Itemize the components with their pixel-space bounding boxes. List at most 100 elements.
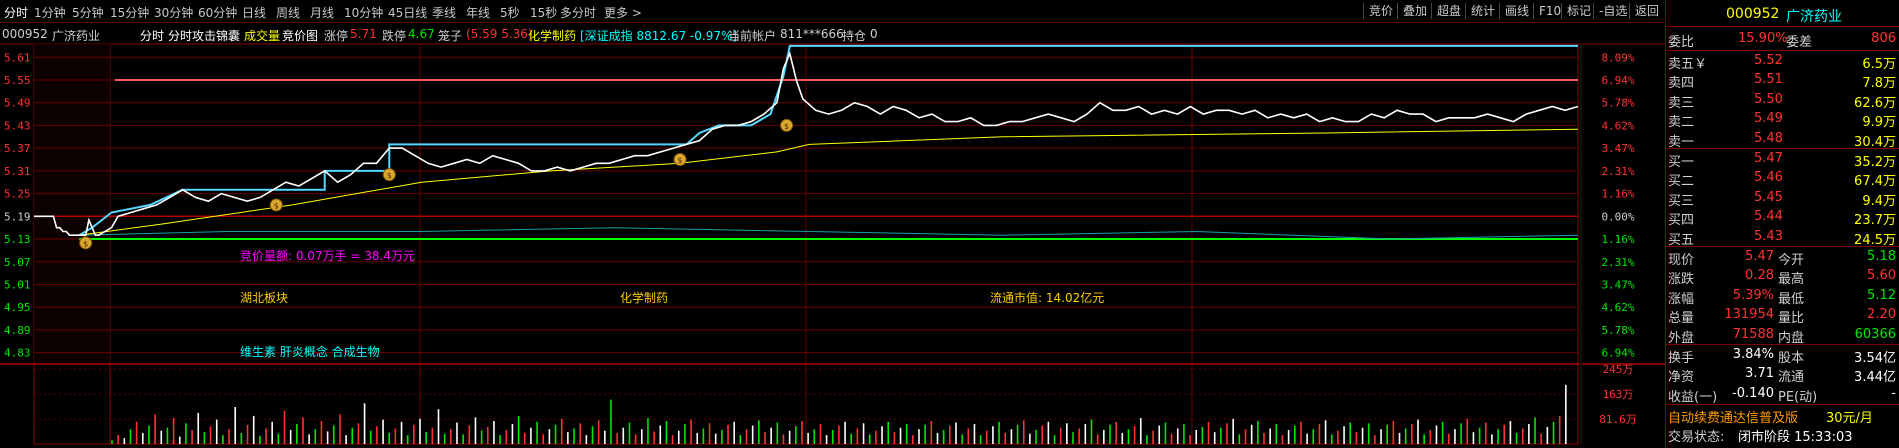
stat-label: PE(动) — [1778, 389, 1818, 405]
divider — [1666, 246, 1899, 247]
stat-value: 5.47 — [1745, 249, 1774, 264]
bid-label: 买一 — [1668, 155, 1695, 170]
stat-row: 收益(一) -0.140 PE(动) - — [1666, 385, 1899, 405]
stat-value: 5.39% — [1732, 287, 1774, 303]
trade-status-label: 交易状态: — [1668, 430, 1725, 445]
stat-label: 最低 — [1778, 291, 1805, 307]
trade-status-row: 交易状态: 闭市阶段 15:33:03 — [1666, 425, 1899, 445]
percent-tick: 1.16% — [1601, 233, 1634, 246]
percent-tick: 4.62% — [1601, 119, 1634, 132]
bid-volume: 9.4万 — [1862, 193, 1896, 209]
ask-row[interactable]: 卖二 5.49 9.9万 — [1666, 110, 1899, 131]
ask-row[interactable]: 卖四 5.51 7.8万 — [1666, 71, 1899, 92]
bid-volume: 35.2万 — [1854, 155, 1896, 170]
percent-tick: 5.78% — [1601, 324, 1634, 337]
intraday-chart[interactable]: 5.61 8.09% 5.55 6.94% 5.49 5.78% 5.43 4.62% 5.37… — [0, 0, 1665, 448]
promo-row[interactable]: 自动续费通达信普及版 30元/月 — [1666, 406, 1899, 426]
percent-tick: 2.31% — [1601, 256, 1634, 269]
stat-label: 净资 — [1668, 370, 1695, 386]
bid-volume: 23.7万 — [1854, 213, 1896, 229]
stat-value: 131954 — [1724, 307, 1774, 323]
ask-label: 卖五￥ — [1668, 57, 1708, 72]
percent-tick: 3.47% — [1601, 142, 1634, 155]
money-bag-icon: $ — [83, 239, 88, 248]
bid-price: 5.46 — [1754, 170, 1783, 186]
quote-panel: 000952 广济药业 委比 15.90% 委差 806 卖五￥ 5.52 6.5万… — [1665, 0, 1899, 448]
price-tick: 5.37 — [4, 142, 31, 155]
stat-row: 净资 3.71 流通 3.44亿 — [1666, 365, 1899, 386]
divider — [1666, 344, 1899, 345]
ask-volume: 6.5万 — [1862, 57, 1896, 72]
concept-tags: 维生素 肝炎概念 合成生物 — [240, 344, 380, 359]
bid-price: 5.45 — [1754, 189, 1783, 205]
ask-volume: 62.6万 — [1854, 95, 1896, 111]
ask-row[interactable]: 卖一 5.48 30.4万 — [1666, 130, 1899, 150]
stat-value: 60366 — [1854, 326, 1896, 342]
stat-value: 3.71 — [1745, 366, 1774, 382]
stat-row: 涨跌 0.28 最高 5.60 — [1666, 267, 1899, 287]
stat-row: 换手 3.84% 股本 3.54亿 — [1666, 346, 1899, 366]
weibi-row: 委比 15.90% 委差 806 — [1666, 30, 1899, 50]
price-tick: 5.61 — [4, 51, 31, 64]
bottom-cyan-line — [79, 227, 1579, 240]
bid-row[interactable]: 买三 5.45 9.4万 — [1666, 189, 1899, 209]
promo-price[interactable]: 30元/月 — [1826, 407, 1873, 426]
weibi-value: 15.90% — [1738, 31, 1788, 46]
promo-text[interactable]: 自动续费通达信普及版 — [1668, 407, 1798, 426]
auction-volume-note: 竞价量额: 0.07万手 = 38.4万元 — [240, 249, 415, 263]
float-cap-note: 流通市值: 14.02亿元 — [990, 290, 1104, 305]
stat-value: 3.54亿 — [1854, 351, 1896, 366]
bid-price: 5.44 — [1754, 209, 1783, 225]
volume-tick: 245万 — [1603, 363, 1634, 376]
money-bag-icon: $ — [387, 171, 392, 180]
money-bag-icon: $ — [677, 156, 682, 165]
stat-row: 总量 131954 量比 2.20 — [1666, 306, 1899, 327]
stat-label: 流通 — [1778, 370, 1805, 386]
percent-tick: 2.31% — [1601, 165, 1634, 178]
weibi-label: 委比 — [1668, 35, 1695, 50]
stat-label: 涨幅 — [1668, 291, 1695, 307]
weicha-value: 806 — [1871, 31, 1896, 46]
bid-row[interactable]: 买一 5.47 35.2万 — [1666, 150, 1899, 170]
ask-label: 卖二 — [1668, 115, 1695, 131]
volume-tick: 81.6万 — [1599, 413, 1637, 426]
ask-row[interactable]: 卖三 5.50 62.6万 — [1666, 91, 1899, 111]
ask-row[interactable]: 卖五￥ 5.52 6.5万 — [1666, 52, 1899, 72]
stat-label: 股本 — [1778, 351, 1805, 366]
bid-row[interactable]: 买二 5.46 67.4万 — [1666, 169, 1899, 190]
quote-header: 000952 广济药业 — [1666, 0, 1899, 27]
stat-value: 71588 — [1732, 326, 1774, 342]
stat-label: 收益(一) — [1668, 389, 1718, 405]
stat-label: 总量 — [1668, 311, 1695, 327]
ask-label: 卖四 — [1668, 76, 1695, 92]
divider — [1666, 404, 1899, 405]
divider — [1666, 148, 1899, 149]
stat-label: 今开 — [1778, 253, 1805, 268]
stat-value: - — [1891, 385, 1896, 401]
bid-label: 买三 — [1668, 193, 1695, 209]
percent-tick: 0.00% — [1601, 210, 1634, 223]
preopen-area — [34, 44, 110, 364]
price-tick: 4.95 — [4, 301, 31, 314]
bid-row[interactable]: 买五 5.43 24.5万 — [1666, 228, 1899, 248]
bid-label: 买四 — [1668, 213, 1695, 229]
stat-value: 5.12 — [1867, 287, 1896, 303]
percent-tick: 1.16% — [1601, 188, 1634, 201]
percent-tick: 6.94% — [1601, 347, 1634, 360]
industry-note: 化学制药 — [620, 290, 668, 305]
bid-row[interactable]: 买四 5.44 23.7万 — [1666, 208, 1899, 229]
stat-value: 3.44亿 — [1854, 370, 1896, 386]
stat-row: 现价 5.47 今开 5.18 — [1666, 248, 1899, 268]
price-tick: 5.43 — [4, 119, 31, 132]
stat-value: 5.18 — [1867, 249, 1896, 264]
weicha-label: 委差 — [1786, 35, 1813, 50]
stat-value: 0.28 — [1745, 268, 1774, 284]
percent-tick: 6.94% — [1601, 74, 1634, 87]
stat-label: 外盘 — [1668, 330, 1695, 346]
price-tick: 4.83 — [4, 347, 31, 360]
bid-label: 买二 — [1668, 174, 1695, 190]
percent-tick: 8.09% — [1601, 51, 1634, 64]
ask-price: 5.50 — [1754, 91, 1783, 107]
trade-status-value: 闭市阶段 15:33:03 — [1738, 430, 1853, 445]
ask-price: 5.52 — [1754, 53, 1783, 68]
